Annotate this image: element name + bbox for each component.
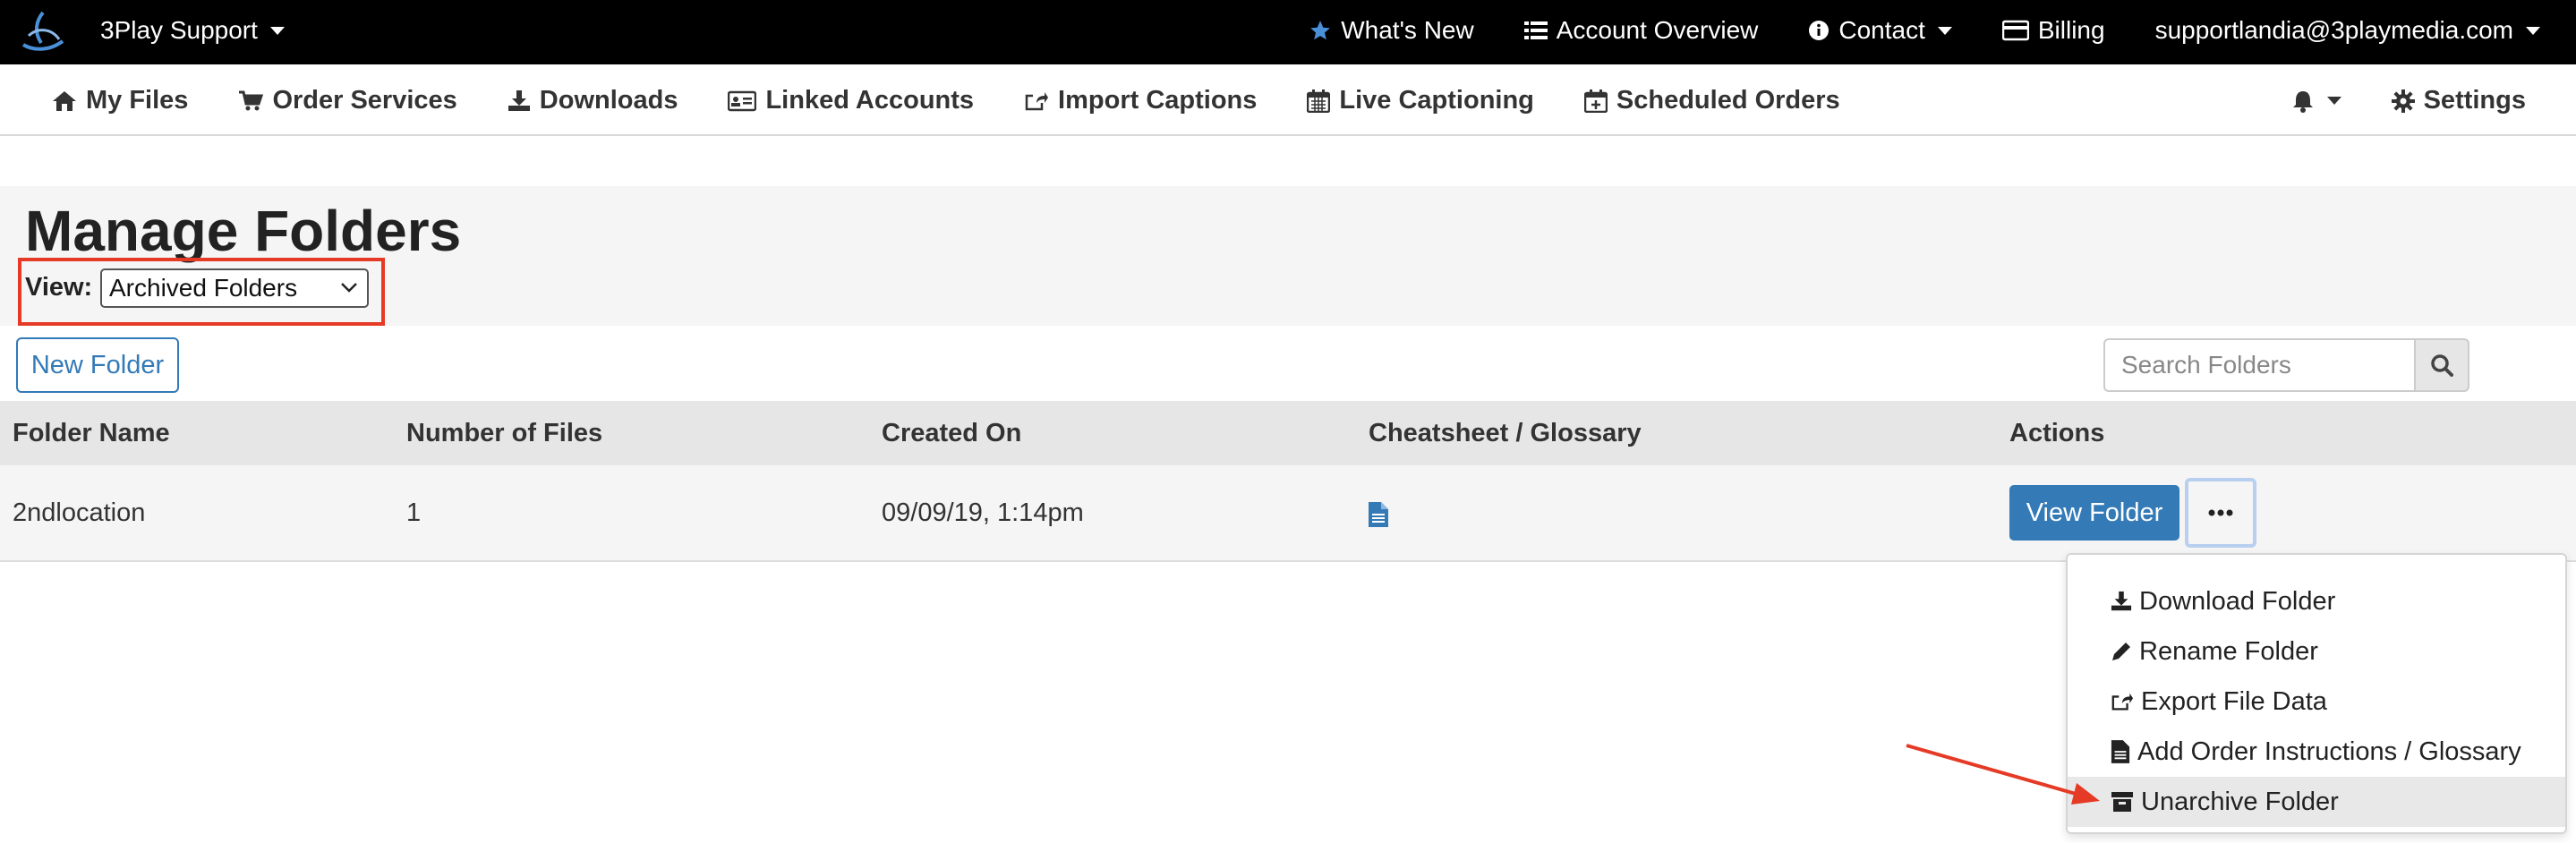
file-count-cell: 1 bbox=[406, 498, 422, 527]
home-icon bbox=[53, 90, 76, 111]
folder-actions-menu: Download Folder Rename Folder Export Fil… bbox=[2066, 553, 2567, 834]
main-nav: My Files Order Services Downloads Linked… bbox=[0, 64, 2576, 136]
whats-new-label: What's New bbox=[1341, 16, 1474, 44]
column-header-cheatsheet: Cheatsheet / Glossary bbox=[1369, 419, 1642, 447]
search-button[interactable] bbox=[2414, 338, 2469, 392]
search-icon bbox=[2431, 354, 2453, 377]
new-folder-button[interactable]: New Folder bbox=[16, 337, 179, 393]
notifications-dropdown[interactable] bbox=[2291, 89, 2341, 113]
menu-item-rename-folder[interactable]: Rename Folder bbox=[2068, 626, 2565, 677]
column-header-actions: Actions bbox=[2009, 419, 2105, 447]
list-icon bbox=[1523, 21, 1548, 39]
bell-icon bbox=[2292, 90, 2313, 113]
pencil-icon bbox=[2112, 643, 2130, 660]
nav-settings[interactable]: Settings bbox=[2391, 86, 2526, 115]
menu-item-label: Download Folder bbox=[2139, 586, 2336, 616]
menu-item-label: Export File Data bbox=[2141, 686, 2327, 716]
file-text-icon bbox=[2111, 740, 2130, 763]
credit-card-icon bbox=[2001, 20, 2029, 41]
view-label: View: bbox=[25, 273, 93, 302]
user-email: supportlandia@3playmedia.com bbox=[2154, 16, 2513, 44]
contact-label: Contact bbox=[1838, 16, 1925, 44]
view-select[interactable]: Archived Folders bbox=[100, 268, 369, 308]
nav-live-captioning[interactable]: Live Captioning bbox=[1307, 86, 1534, 115]
billing-label: Billing bbox=[2037, 16, 2105, 44]
column-header-created-on[interactable]: Created On bbox=[882, 419, 1021, 448]
archive-icon bbox=[2111, 792, 2133, 812]
nav-order-services[interactable]: Order Services bbox=[238, 86, 457, 115]
nav-import-captions[interactable]: Import Captions bbox=[1024, 86, 1257, 115]
share-square-icon bbox=[2111, 693, 2134, 711]
billing-link[interactable]: Billing bbox=[2001, 16, 2105, 45]
menu-item-export-file-data[interactable]: Export File Data bbox=[2068, 677, 2565, 727]
download-icon bbox=[508, 89, 530, 111]
calendar-icon bbox=[1307, 89, 1331, 113]
top-nav: What's New Account Overview Contact Bill… bbox=[1258, 16, 2540, 45]
file-text-icon[interactable] bbox=[1368, 501, 1389, 528]
annotation-arrow bbox=[1906, 744, 2100, 805]
whats-new-link[interactable]: What's New bbox=[1309, 16, 1474, 45]
more-actions-button[interactable] bbox=[2185, 478, 2256, 548]
download-icon bbox=[2111, 591, 2132, 611]
nav-my-files[interactable]: My Files bbox=[52, 86, 188, 115]
caret-down-icon bbox=[269, 26, 285, 35]
menu-item-label: Add Order Instructions / Glossary bbox=[2137, 737, 2521, 766]
menu-item-add-order-instructions[interactable]: Add Order Instructions / Glossary bbox=[2068, 727, 2565, 777]
chevron-down-icon bbox=[341, 283, 357, 293]
menu-item-unarchive-folder[interactable]: Unarchive Folder bbox=[2068, 777, 2565, 827]
nav-live-captioning-label: Live Captioning bbox=[1339, 86, 1534, 115]
brand-dropdown[interactable]: 3Play Support bbox=[100, 16, 285, 45]
account-overview-label: Account Overview bbox=[1556, 16, 1759, 44]
search-folders-input[interactable] bbox=[2103, 338, 2415, 392]
nav-settings-label: Settings bbox=[2423, 86, 2526, 115]
view-folder-button[interactable]: View Folder bbox=[2009, 485, 2179, 541]
table-row: 2ndlocation 1 09/09/19, 1:14pm View Fold… bbox=[0, 465, 2576, 562]
menu-item-label: Rename Folder bbox=[2139, 636, 2318, 666]
ellipsis-icon bbox=[2208, 509, 2233, 516]
3play-logo-icon[interactable] bbox=[18, 9, 68, 55]
brand-label: 3Play Support bbox=[100, 16, 258, 44]
nav-downloads-label: Downloads bbox=[539, 86, 678, 115]
folder-name-cell: 2ndlocation bbox=[13, 498, 146, 527]
nav-import-captions-label: Import Captions bbox=[1058, 86, 1258, 115]
table-header: Folder Name Number of Files Created On C… bbox=[0, 401, 2576, 465]
nav-scheduled-orders[interactable]: Scheduled Orders bbox=[1583, 86, 1840, 115]
created-on-cell: 09/09/19, 1:14pm bbox=[882, 498, 1084, 527]
contact-dropdown[interactable]: Contact bbox=[1808, 16, 1952, 45]
cart-icon bbox=[239, 90, 264, 110]
id-card-icon bbox=[728, 90, 757, 111]
menu-item-download-folder[interactable]: Download Folder bbox=[2068, 576, 2565, 626]
nav-scheduled-orders-label: Scheduled Orders bbox=[1616, 86, 1840, 115]
top-bar: 3Play Support What's New Account Overvie… bbox=[0, 0, 2576, 64]
menu-item-label: Unarchive Folder bbox=[2141, 787, 2339, 816]
user-account-dropdown[interactable]: supportlandia@3playmedia.com bbox=[2155, 16, 2540, 45]
nav-linked-accounts[interactable]: Linked Accounts bbox=[728, 86, 974, 115]
caret-down-icon bbox=[1937, 26, 1952, 35]
info-circle-icon bbox=[1809, 21, 1830, 40]
nav-my-files-label: My Files bbox=[86, 86, 189, 115]
caret-down-icon bbox=[2326, 97, 2341, 105]
nav-linked-accounts-label: Linked Accounts bbox=[765, 86, 975, 115]
view-select-value: Archived Folders bbox=[109, 274, 298, 302]
share-square-icon bbox=[1025, 91, 1049, 110]
star-icon bbox=[1310, 21, 1331, 40]
nav-order-services-label: Order Services bbox=[272, 86, 457, 115]
calendar-plus-icon bbox=[1583, 89, 1608, 113]
column-header-number-of-files[interactable]: Number of Files bbox=[406, 419, 602, 448]
account-overview-link[interactable]: Account Overview bbox=[1523, 16, 1759, 45]
column-header-folder-name[interactable]: Folder Name bbox=[13, 419, 170, 448]
page-title: Manage Folders bbox=[25, 199, 462, 263]
gear-icon bbox=[2391, 89, 2415, 113]
caret-down-icon bbox=[2526, 26, 2540, 35]
nav-downloads[interactable]: Downloads bbox=[508, 86, 678, 115]
